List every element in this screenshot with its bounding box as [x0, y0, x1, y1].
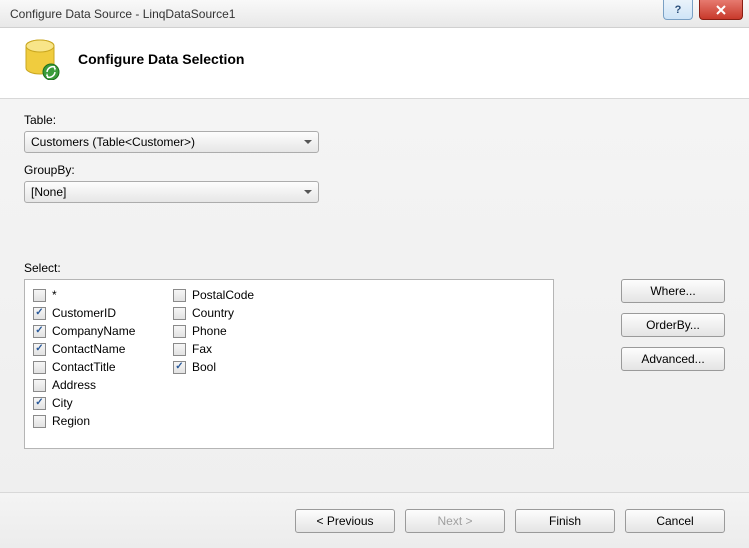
- field-item[interactable]: *: [33, 286, 153, 304]
- field-label: ContactTitle: [52, 360, 116, 374]
- checkbox-icon[interactable]: [33, 343, 46, 356]
- cancel-button[interactable]: Cancel: [625, 509, 725, 533]
- chevron-down-icon: [304, 140, 312, 144]
- checkbox-icon[interactable]: [33, 415, 46, 428]
- titlebar: Configure Data Source - LinqDataSource1 …: [0, 0, 749, 28]
- where-button[interactable]: Where...: [621, 279, 725, 303]
- field-label: CustomerID: [52, 306, 116, 320]
- table-combobox-value: Customers (Table<Customer>): [31, 135, 195, 149]
- checkbox-icon[interactable]: [33, 379, 46, 392]
- field-item[interactable]: Phone: [173, 322, 293, 340]
- close-icon: [715, 5, 727, 15]
- field-item[interactable]: Country: [173, 304, 293, 322]
- wizard-header: Configure Data Selection: [0, 28, 749, 99]
- checkbox-icon[interactable]: [173, 325, 186, 338]
- groupby-combobox[interactable]: [None]: [24, 181, 319, 203]
- checkbox-icon[interactable]: [33, 307, 46, 320]
- advanced-button[interactable]: Advanced...: [621, 347, 725, 371]
- previous-button[interactable]: < Previous: [295, 509, 395, 533]
- select-fields-listbox: * CustomerID CompanyName ContactName Contact…: [24, 279, 554, 449]
- field-label: CompanyName: [52, 324, 135, 338]
- field-item[interactable]: CustomerID: [33, 304, 153, 322]
- field-label: Country: [192, 306, 234, 320]
- checkbox-icon[interactable]: [173, 361, 186, 374]
- field-label: ContactName: [52, 342, 125, 356]
- database-icon: [20, 38, 60, 80]
- next-button: Next >: [405, 509, 505, 533]
- field-item[interactable]: City: [33, 394, 153, 412]
- field-label: City: [52, 396, 73, 410]
- checkbox-icon[interactable]: [173, 307, 186, 320]
- field-item[interactable]: Region: [33, 412, 153, 430]
- help-button[interactable]: ?: [663, 0, 693, 20]
- checkbox-icon[interactable]: [33, 289, 46, 302]
- field-label: Phone: [192, 324, 227, 338]
- finish-button[interactable]: Finish: [515, 509, 615, 533]
- field-label: *: [52, 288, 57, 302]
- checkbox-icon[interactable]: [33, 325, 46, 338]
- field-item[interactable]: ContactName: [33, 340, 153, 358]
- checkbox-icon[interactable]: [33, 361, 46, 374]
- window-title: Configure Data Source - LinqDataSource1: [10, 7, 663, 21]
- groupby-label: GroupBy:: [24, 163, 725, 177]
- field-item[interactable]: Fax: [173, 340, 293, 358]
- field-label: Fax: [192, 342, 212, 356]
- orderby-button[interactable]: OrderBy...: [621, 313, 725, 337]
- field-item[interactable]: ContactTitle: [33, 358, 153, 376]
- field-item[interactable]: CompanyName: [33, 322, 153, 340]
- content-area: Table: Customers (Table<Customer>) Group…: [0, 99, 749, 492]
- wizard-footer: < Previous Next > Finish Cancel: [0, 492, 749, 548]
- field-label: Bool: [192, 360, 216, 374]
- field-label: Region: [52, 414, 90, 428]
- field-item[interactable]: PostalCode: [173, 286, 293, 304]
- checkbox-icon[interactable]: [173, 343, 186, 356]
- close-button[interactable]: [699, 0, 743, 20]
- groupby-combobox-value: [None]: [31, 185, 66, 199]
- select-label: Select:: [24, 261, 554, 275]
- checkbox-icon[interactable]: [173, 289, 186, 302]
- wizard-heading: Configure Data Selection: [78, 51, 244, 67]
- window-buttons: ?: [663, 0, 749, 27]
- field-item[interactable]: Address: [33, 376, 153, 394]
- field-item[interactable]: Bool: [173, 358, 293, 376]
- table-combobox[interactable]: Customers (Table<Customer>): [24, 131, 319, 153]
- chevron-down-icon: [304, 190, 312, 194]
- field-label: Address: [52, 378, 96, 392]
- checkbox-icon[interactable]: [33, 397, 46, 410]
- table-label: Table:: [24, 113, 725, 127]
- field-label: PostalCode: [192, 288, 254, 302]
